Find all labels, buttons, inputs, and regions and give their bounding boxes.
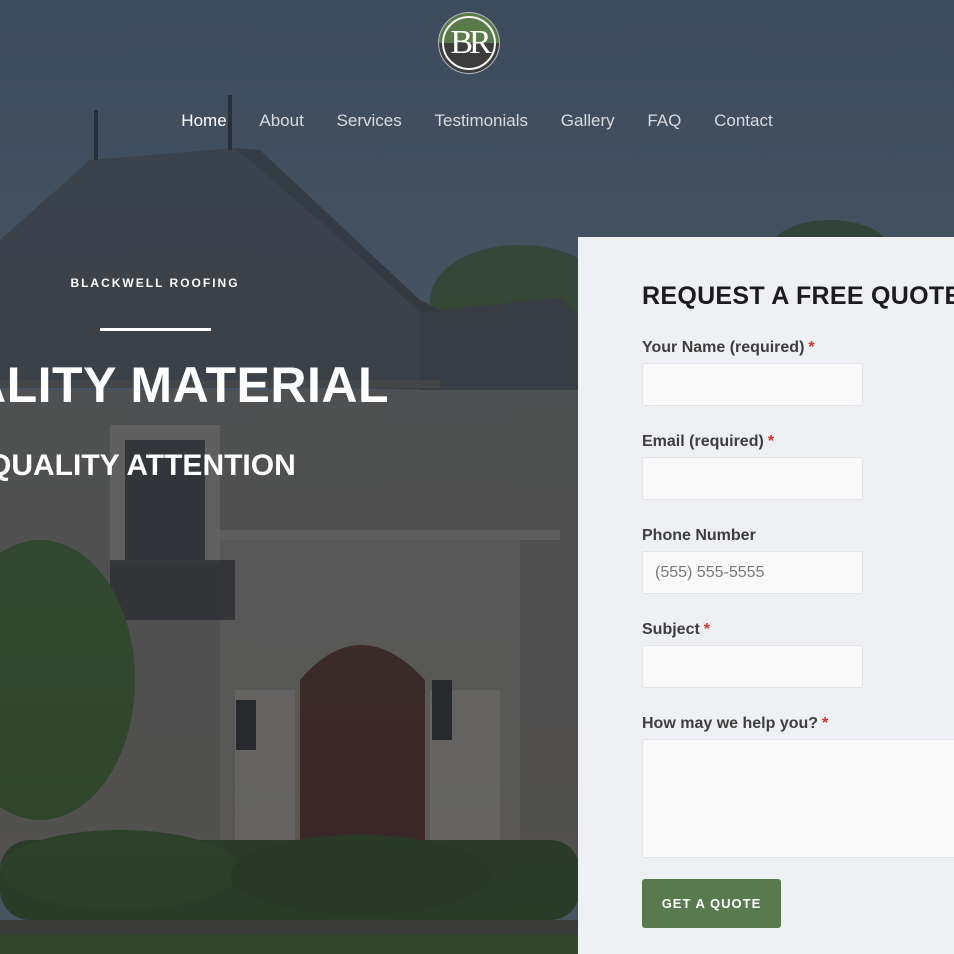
required-mark: * bbox=[767, 433, 775, 450]
nav-item-services[interactable]: Services bbox=[337, 110, 402, 132]
required-mark: * bbox=[822, 715, 829, 732]
subject-input[interactable] bbox=[642, 645, 863, 688]
phone-label-text: Phone Number bbox=[642, 527, 756, 544]
message-label: How may we help you? * bbox=[642, 714, 828, 734]
quote-form-panel: REQUEST A FREE QUOTE Your Name (required… bbox=[578, 237, 954, 954]
nav-item-testimonials[interactable]: Testimonials bbox=[434, 110, 528, 132]
hero-subheadline: QUALITY ATTENTION bbox=[0, 449, 296, 482]
nav-item-about[interactable]: About bbox=[259, 110, 303, 132]
main-nav: Home About Services Testimonials Gallery… bbox=[0, 110, 954, 132]
name-label: Your Name (required) * bbox=[642, 338, 815, 358]
nav-item-home[interactable]: Home bbox=[181, 110, 226, 132]
get-quote-button[interactable]: GET A QUOTE bbox=[642, 879, 781, 928]
nav-item-faq[interactable]: FAQ bbox=[647, 110, 681, 132]
hero-kicker: BLACKWELL ROOFING bbox=[70, 276, 240, 290]
required-mark: * bbox=[808, 339, 815, 356]
name-label-text: Your Name (required) bbox=[642, 339, 805, 356]
brand-logo[interactable]: BR bbox=[439, 13, 499, 73]
email-label-text: Email (required) bbox=[642, 433, 764, 450]
logo-letters: BR bbox=[450, 24, 491, 61]
subject-label: Subject * bbox=[642, 620, 710, 640]
required-mark: * bbox=[703, 621, 711, 638]
phone-label: Phone Number bbox=[642, 526, 756, 546]
message-label-text: How may we help you? bbox=[642, 715, 819, 732]
hero-headline: ALITY MATERIAL bbox=[0, 357, 390, 413]
message-textarea[interactable] bbox=[642, 739, 954, 858]
phone-input[interactable] bbox=[642, 551, 863, 594]
email-input[interactable] bbox=[642, 457, 863, 500]
hero-divider bbox=[100, 328, 211, 331]
quote-form-title: REQUEST A FREE QUOTE bbox=[642, 282, 954, 310]
nav-item-contact[interactable]: Contact bbox=[714, 110, 773, 132]
subject-label-text: Subject bbox=[642, 621, 700, 638]
email-label: Email (required) * bbox=[642, 432, 774, 452]
nav-item-gallery[interactable]: Gallery bbox=[561, 110, 615, 132]
name-input[interactable] bbox=[642, 363, 863, 406]
